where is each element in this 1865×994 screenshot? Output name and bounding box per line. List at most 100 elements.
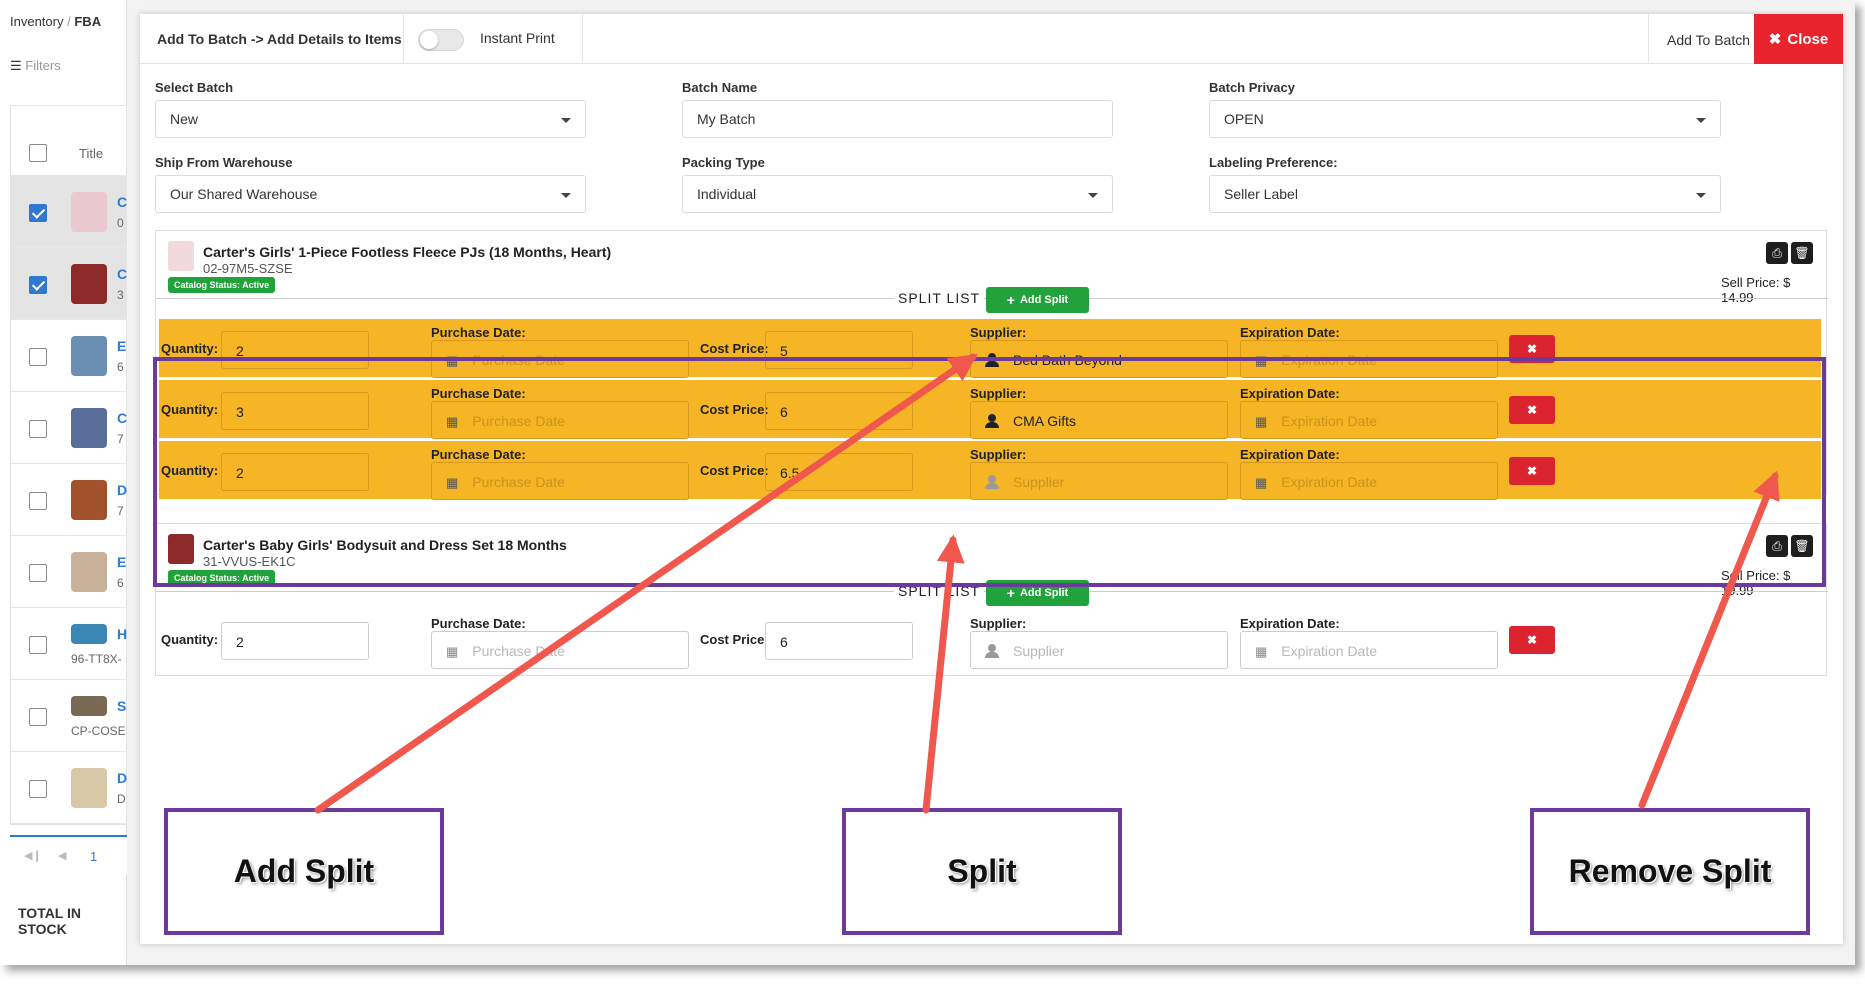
table-row[interactable]: C7 xyxy=(11,392,127,464)
packing-type-dropdown[interactable]: Individual xyxy=(682,175,1113,213)
cost-price-value: 6 xyxy=(780,634,788,650)
split-highlight-frame xyxy=(153,357,1826,587)
prev-page-icon[interactable]: ◀ xyxy=(58,849,66,862)
chevron-down-icon xyxy=(561,118,571,123)
ship-from-dropdown[interactable]: Our Shared Warehouse xyxy=(155,175,586,213)
table-row[interactable]: C0 xyxy=(11,176,127,248)
product-title-link[interactable]: C xyxy=(117,266,127,282)
row-checkbox[interactable] xyxy=(29,708,47,726)
header-divider xyxy=(1648,14,1649,64)
table-row[interactable]: DD xyxy=(11,752,127,824)
close-icon: ✖ xyxy=(1526,633,1538,647)
trash-icon[interactable]: 🗑 xyxy=(1791,242,1813,264)
table-row[interactable]: H 96-TT8X- xyxy=(11,608,127,680)
total-in-stock-label: TOTAL IN STOCK xyxy=(18,905,81,937)
product-sku: D xyxy=(117,792,126,806)
table-row[interactable]: E6 xyxy=(11,320,126,392)
product-title-link[interactable]: H xyxy=(117,626,127,642)
breadcrumb: Inventory / FBA xyxy=(10,14,101,29)
expiration-date-label: Expiration Date: xyxy=(1240,325,1340,340)
row-checkbox[interactable] xyxy=(29,492,47,510)
batch-name-input[interactable]: My Batch xyxy=(682,100,1113,138)
product-title-link[interactable]: E xyxy=(117,338,126,354)
product-title-link[interactable]: S xyxy=(117,698,126,714)
screenshot-frame: Inventory / FBA ☰ Filters Title C0C3E6C7… xyxy=(0,0,1855,965)
quantity-label: Quantity: xyxy=(161,341,219,356)
row-checkbox[interactable] xyxy=(29,420,47,438)
table-header: Title xyxy=(11,106,126,176)
purchase-date-label: Purchase Date: xyxy=(431,325,526,340)
plus-icon: + xyxy=(1006,585,1015,601)
modal-title: Add To Batch -> Add Details to Items xyxy=(157,31,402,47)
ship-from-value: Our Shared Warehouse xyxy=(170,186,318,202)
row-checkbox[interactable] xyxy=(29,564,47,582)
product-title-link[interactable]: D xyxy=(117,770,127,786)
add-split-button[interactable]: + Add Split xyxy=(986,287,1089,313)
product-sku: 6 xyxy=(117,576,124,590)
plus-icon: + xyxy=(1006,292,1015,308)
calendar-icon: ▦ xyxy=(1255,644,1268,660)
select-all-checkbox[interactable] xyxy=(29,144,47,162)
breadcrumb-separator: / xyxy=(67,14,71,29)
product-thumbnail xyxy=(71,480,107,520)
batch-privacy-dropdown[interactable]: OPEN xyxy=(1209,100,1721,138)
catalog-status-badge: Catalog Status: Active xyxy=(168,277,276,293)
inventory-table: Title C 0 C 3 E 6 C 7 D 7 E 6 H 96-TT8X- S CP-COSE D D xyxy=(10,105,127,825)
product-thumbnail xyxy=(71,768,107,808)
purchase-date-input[interactable]: ▦ Purchase Date xyxy=(431,631,689,669)
row-checkbox[interactable] xyxy=(29,204,47,222)
product-sku: CP-COSE xyxy=(71,724,126,738)
expiration-date-input[interactable]: ▦ Expiration Date xyxy=(1240,631,1498,669)
product-thumbnail xyxy=(71,552,107,592)
row-checkbox[interactable] xyxy=(29,636,47,654)
product-thumbnail xyxy=(71,408,107,448)
supplier-input[interactable]: Supplier xyxy=(970,631,1228,669)
table-row[interactable]: E6 xyxy=(11,536,126,608)
sell-price: Sell Price: $ 14.99 xyxy=(1721,275,1791,305)
table-row[interactable]: C3 xyxy=(11,248,127,320)
chevron-down-icon xyxy=(1696,118,1706,123)
close-label: Close xyxy=(1787,30,1829,48)
header-divider xyxy=(582,14,583,64)
close-button[interactable]: ✖ Close xyxy=(1754,14,1843,64)
quantity-input[interactable]: 2 xyxy=(221,622,369,660)
page-number[interactable]: 1 xyxy=(90,849,97,864)
table-row[interactable]: S CP-COSE xyxy=(11,680,126,752)
first-page-icon[interactable]: ◀❙ xyxy=(24,849,42,862)
filters-label: Filters xyxy=(25,58,61,73)
supplier-label: Supplier: xyxy=(970,325,1027,340)
batch-privacy-value: OPEN xyxy=(1224,111,1264,127)
split-row: Quantity: 2 Purchase Date: ▦ Purchase Date Co… xyxy=(159,610,1821,669)
product-sku: 02-97M5-SZSE xyxy=(203,261,293,276)
product-title-link[interactable]: D xyxy=(117,482,127,498)
row-checkbox[interactable] xyxy=(29,780,47,798)
add-split-label: Add Split xyxy=(1019,294,1069,306)
breadcrumb-parent[interactable]: Inventory xyxy=(10,14,63,29)
purchase-date-placeholder: Purchase Date xyxy=(472,643,565,659)
product-thumbnail xyxy=(71,696,107,716)
product-title-link[interactable]: E xyxy=(117,554,126,570)
quantity-value: 2 xyxy=(236,634,244,650)
labeling-dropdown[interactable]: Seller Label xyxy=(1209,175,1721,213)
remove-split-button[interactable]: ✖ xyxy=(1509,626,1555,654)
product-thumbnail xyxy=(71,624,107,644)
product-sku: 96-TT8X- xyxy=(71,652,122,666)
row-checkbox[interactable] xyxy=(29,348,47,366)
product-sku: 6 xyxy=(117,360,124,374)
product-title-link[interactable]: C xyxy=(117,194,127,210)
print-icon[interactable]: ⎙ xyxy=(1766,242,1788,264)
batch-privacy-label: Batch Privacy xyxy=(1209,80,1295,95)
select-batch-dropdown[interactable]: New xyxy=(155,100,586,138)
cost-price-label: Cost Price: xyxy=(700,341,769,356)
add-to-batch-button[interactable]: Add To Batch xyxy=(1667,32,1750,48)
add-split-callout: Add Split xyxy=(164,808,444,935)
instant-print-toggle[interactable] xyxy=(418,29,464,51)
instant-print-label: Instant Print xyxy=(480,30,555,46)
cost-price-input[interactable]: 6 xyxy=(765,622,913,660)
labeling-label: Labeling Preference: xyxy=(1209,155,1338,170)
select-batch-value: New xyxy=(170,111,199,127)
table-row[interactable]: D7 xyxy=(11,464,127,536)
row-checkbox[interactable] xyxy=(29,276,47,294)
filters-button[interactable]: ☰ Filters xyxy=(10,58,61,74)
product-title-link[interactable]: C xyxy=(117,410,127,426)
